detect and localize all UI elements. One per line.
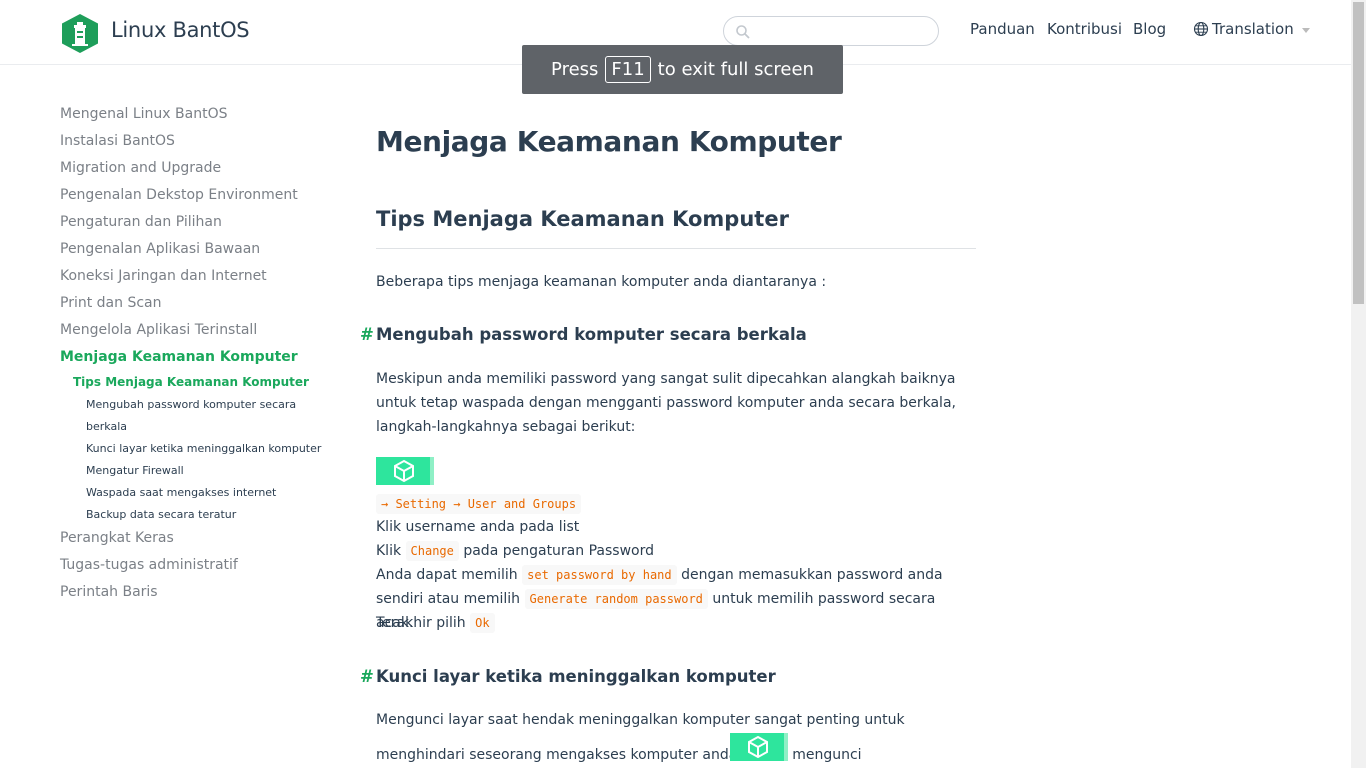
step-1-text: Klik username anda pada list [376,519,580,535]
cube-icon [748,735,768,759]
sidebar-subitem-tips[interactable]: Tips Menjaga Keamanan Komputer [73,375,309,389]
sidebar-subsubitem-backup[interactable]: Backup data secara teratur [86,504,326,526]
header-anchor-link[interactable]: # [360,325,374,344]
nav-link-kontribusi[interactable]: Kontribusi [1047,20,1122,38]
set-password-by-hand-code: set password by hand [522,565,677,585]
sidebar-item-keamanan-active[interactable]: Menjaga Keamanan Komputer [60,349,298,365]
sidebar-item-pengaturan[interactable]: Pengaturan dan Pilihan [60,214,222,230]
toast-key: F11 [605,56,651,83]
step-2: Klik Change pada pengaturan Password [376,539,654,563]
ok-code: Ok [470,613,495,633]
fullscreen-exit-toast: Press F11 to exit full screen [522,45,843,94]
toast-rest-text: to exit full screen [657,59,814,80]
sidebar-item-mengenal[interactable]: Mengenal Linux BantOS [60,106,227,122]
sidebar-item-instalasi[interactable]: Instalasi BantOS [60,133,175,149]
globe-icon [1193,21,1209,37]
translation-dropdown[interactable]: Translation [1193,20,1310,38]
generate-random-password-code: Generate random password [524,589,708,609]
sidebar-subsubitem-firewall[interactable]: Mengatur Firewall [86,460,326,482]
sidebar-item-aplikasi-bawaan[interactable]: Pengenalan Aplikasi Bawaan [60,241,260,257]
search-icon [736,25,750,39]
nav-link-panduan[interactable]: Panduan [970,20,1035,38]
subheading-password-text: Mengubah password komputer secara berkal… [376,325,807,344]
step-2-pre: Klik [376,543,402,559]
step-3-pre: Anda dapat memilih [376,567,518,583]
settings-path-code: → Setting → User and Groups [376,494,582,514]
kunci-layar-text: Mengunci layar saat hendak meninggalkan … [376,712,905,763]
intro-paragraph: Beberapa tips menjaga keamanan komputer … [376,274,827,290]
path-line: → Setting → User and Groups [376,492,582,516]
kunci-layar-paragraph: Mengunci layar saat hendak meninggalkan … [376,703,966,768]
header-anchor-link[interactable]: # [360,667,374,686]
search-box[interactable] [723,16,939,46]
translation-label: Translation [1212,20,1294,38]
scrollbar-thumb[interactable] [1353,2,1364,304]
settings-app-badge [376,457,434,485]
sidebar-subsubitem-kunci-layar[interactable]: Kunci layar ketika meninggalkan komputer [86,438,326,460]
sidebar-item-desktop-environment[interactable]: Pengenalan Dekstop Environment [60,187,298,203]
sidebar-item-tugas-administratif[interactable]: Tugas-tugas administratif [60,557,238,573]
sidebar-item-perangkat-keras[interactable]: Perangkat Keras [60,530,174,546]
search-input[interactable] [754,21,930,41]
change-code: Change [405,541,459,561]
step-4: Terakhir pilih Ok [376,611,495,635]
section-heading-tips: Tips Menjaga Keamanan Komputer [376,207,976,249]
subheading-password: # Mengubah password komputer secara berk… [360,325,807,344]
step-1: Klik username anda pada list [376,515,579,539]
lock-app-badge [730,733,788,761]
sidebar-subsubitem-password[interactable]: Mengubah password komputer secara berkal… [86,394,326,438]
sidebar-item-mengelola-aplikasi[interactable]: Mengelola Aplikasi Terinstall [60,322,257,338]
sidebar-item-migration[interactable]: Migration and Upgrade [60,160,221,176]
subheading-kunci-layar-text: Kunci layar ketika meninggalkan komputer [376,667,776,686]
step-2-post: pada pengaturan Password [463,543,654,559]
sidebar-item-perintah-baris[interactable]: Perintah Baris [60,584,158,600]
toast-press-text: Press [551,59,599,80]
sidebar-subsubitem-internet[interactable]: Waspada saat mengakses internet [86,482,326,504]
sidebar-item-print-scan[interactable]: Print dan Scan [60,295,161,311]
vertical-scrollbar[interactable] [1351,0,1366,768]
bantos-logo-icon[interactable] [60,13,100,54]
cube-icon [394,459,414,483]
nav-link-blog[interactable]: Blog [1133,20,1166,38]
page-title: Menjaga Keamanan Komputer [376,125,842,158]
site-name-link[interactable]: Linux BantOS [111,18,250,42]
subheading-kunci-layar: # Kunci layar ketika meninggalkan komput… [360,667,776,686]
password-paragraph: Meskipun anda memiliki password yang san… [376,371,956,435]
sidebar-item-koneksi[interactable]: Koneksi Jaringan dan Internet [60,268,267,284]
caret-down-icon [1301,27,1310,33]
step-4-pre: Terakhir pilih [376,615,466,631]
